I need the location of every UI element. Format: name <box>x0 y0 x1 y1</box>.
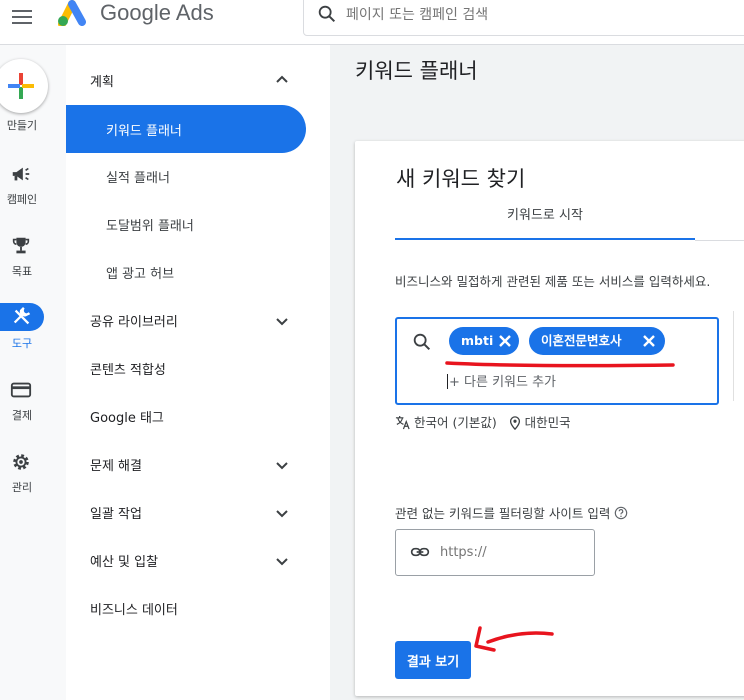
rail-item-tools-active[interactable] <box>0 303 44 331</box>
site-url-field[interactable] <box>395 529 595 576</box>
nav-item-troubleshooting[interactable]: 문제 해결 <box>90 455 142 474</box>
language-value[interactable]: 한국어 (기본값) <box>414 415 497 430</box>
nav-item-performance-planner[interactable]: 실적 플래너 <box>106 167 170 186</box>
keyword-input-box[interactable]: mbti 이혼전문변호사 + 다른 키워드 추가 <box>395 317 719 405</box>
hamburger-menu-icon[interactable] <box>10 6 34 30</box>
add-keyword-placeholder: + 다른 키워드 추가 <box>449 375 557 390</box>
nav-item-label: 키워드 플래너 <box>106 124 182 139</box>
close-icon[interactable] <box>497 333 513 349</box>
left-rail: 만들기 캠페인 목표 도구 결제 관리 <box>0 45 67 700</box>
nav-item-bulk-actions[interactable]: 일괄 작업 <box>90 503 142 522</box>
new-keywords-card: 새 키워드 찾기 키워드로 시작 비즈니스와 밀접하게 관련된 제품 또는 서비… <box>355 141 744 696</box>
nav-item-shared-library[interactable]: 공유 라이브러리 <box>90 311 178 330</box>
nav-item-app-ads-hub[interactable]: 앱 광고 허브 <box>106 263 174 282</box>
rail-item-goals[interactable]: 목표 <box>0 263 44 279</box>
chevron-down-icon[interactable] <box>274 505 290 521</box>
credit-card-icon[interactable] <box>10 379 32 401</box>
add-keyword-field[interactable]: + 다른 키워드 추가 <box>447 371 556 390</box>
gear-icon[interactable] <box>10 451 32 473</box>
location-value[interactable]: 대한민국 <box>525 415 571 430</box>
tab-start-with-keywords[interactable]: 키워드로 시작 <box>395 199 695 241</box>
search-box[interactable] <box>303 0 744 36</box>
keyword-description: 비즈니스와 밀접하게 관련된 제품 또는 서비스를 입력하세요. <box>395 274 711 289</box>
location-pin-icon[interactable] <box>509 416 521 431</box>
red-arrow-annotation <box>474 626 554 652</box>
card-title: 새 키워드 찾기 <box>396 167 526 191</box>
divider <box>733 311 734 401</box>
link-icon <box>410 547 430 557</box>
page-title: 키워드 플래너 <box>355 59 478 83</box>
rail-item-admin[interactable]: 관리 <box>0 479 44 495</box>
nav-item-content-suitability[interactable]: 콘텐츠 적합성 <box>90 359 166 378</box>
active-tab-indicator <box>395 238 695 240</box>
red-underline-annotation <box>445 361 675 368</box>
nav-item-business-data[interactable]: 비즈니스 데이터 <box>90 599 178 618</box>
search-icon <box>413 333 431 351</box>
translate-icon[interactable] <box>395 415 410 430</box>
tab-divider <box>695 240 744 241</box>
tools-icon <box>13 307 31 325</box>
keyword-chip[interactable]: 이혼전문변호사 <box>529 327 665 355</box>
brand-name: Google Ads <box>100 0 214 25</box>
chevron-down-icon[interactable] <box>274 457 290 473</box>
side-nav: 계획 키워드 플래너 실적 플래너 도달범위 플래너 앱 광고 허브 공유 라이… <box>66 45 330 700</box>
filter-site-text: 관련 없는 키워드를 필터링할 사이트 입력 <box>395 506 611 521</box>
rail-item-tools[interactable]: 도구 <box>0 335 44 351</box>
nav-item-budgets-bidding[interactable]: 예산 및 입찰 <box>90 551 158 570</box>
top-bar: Google Ads <box>0 0 744 45</box>
chevron-down-icon[interactable] <box>274 553 290 569</box>
rail-item-billing[interactable]: 결제 <box>0 407 44 423</box>
keyword-chip[interactable]: mbti <box>449 327 519 355</box>
filter-site-label: 관련 없는 키워드를 필터링할 사이트 입력 <box>395 503 628 522</box>
chevron-up-icon[interactable] <box>274 72 290 88</box>
language-location-row: 한국어 (기본값) 대한민국 <box>395 412 571 431</box>
chip-label: mbti <box>461 333 494 348</box>
chevron-down-icon[interactable] <box>274 313 290 329</box>
nav-section-planning[interactable]: 계획 <box>90 71 114 90</box>
megaphone-icon[interactable] <box>10 163 32 185</box>
create-label: 만들기 <box>6 119 38 132</box>
search-input[interactable] <box>344 1 728 29</box>
trophy-icon[interactable] <box>10 235 32 257</box>
site-url-input[interactable] <box>438 540 582 564</box>
google-ads-logo-icon <box>58 0 86 26</box>
rail-item-campaigns[interactable]: 캠페인 <box>0 191 44 207</box>
chip-label: 이혼전문변호사 <box>541 333 622 348</box>
nav-item-keyword-planner[interactable]: 키워드 플래너 <box>66 105 306 153</box>
view-results-button[interactable]: 결과 보기 <box>395 641 471 679</box>
nav-item-reach-planner[interactable]: 도달범위 플래너 <box>106 215 194 234</box>
search-icon <box>318 5 336 23</box>
nav-item-google-tag[interactable]: Google 태그 <box>90 407 164 426</box>
plus-icon <box>8 73 34 99</box>
create-button[interactable] <box>0 59 48 113</box>
help-icon[interactable] <box>614 506 628 520</box>
close-icon[interactable] <box>641 333 657 349</box>
